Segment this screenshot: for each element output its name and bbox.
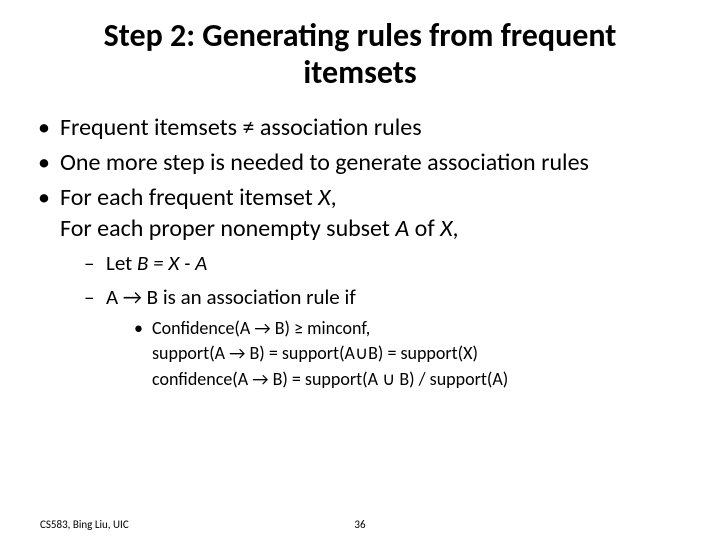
- subsub-text: support(A → B) = support(A∪B) = support(…: [152, 342, 478, 364]
- italic-var: X: [440, 214, 452, 243]
- bullet-list-level1: Frequent itemsets ≠ association rules On…: [28, 112, 692, 392]
- bullet-text: of: [409, 214, 440, 243]
- footer-page-number: 36: [354, 518, 365, 531]
- slide-title: Step 2: Generating rules from frequent i…: [68, 18, 652, 92]
- bullet-text: ,: [453, 214, 459, 243]
- sub-text: A → B is an association rule if: [106, 284, 356, 310]
- bullet-continuation: For each proper nonempty subset A of X,: [60, 213, 692, 244]
- sub-text: Let: [106, 250, 137, 276]
- bullet-list-level2: Let B = X - A A → B is an association ru…: [60, 250, 692, 391]
- subsub-text: Confidence(A → B) ≥ minconf,: [152, 317, 370, 339]
- bullet-item: For each frequent itemset X, For each pr…: [34, 182, 692, 391]
- italic-expr: B = X - A: [137, 250, 207, 276]
- subsub-text: confidence(A → B) = support(A ∪ B) / sup…: [152, 368, 508, 390]
- slide: Step 2: Generating rules from frequent i…: [0, 0, 720, 540]
- subsub-item: Confidence(A → B) ≥ minconf,: [134, 317, 692, 340]
- sub-item: A → B is an association rule if Confiden…: [84, 284, 692, 391]
- bullet-list-level3: Confidence(A → B) ≥ minconf, support(A →…: [106, 317, 692, 391]
- bullet-text: ,: [331, 183, 337, 212]
- bullet-text: For each proper nonempty subset: [60, 214, 395, 243]
- bullet-text: Frequent itemsets ≠ association rules: [60, 113, 422, 142]
- italic-var: A: [395, 214, 409, 243]
- sub-item: Let B = X - A: [84, 250, 692, 277]
- bullet-text: One more step is needed to generate asso…: [60, 148, 589, 177]
- subsub-item: confidence(A → B) = support(A ∪ B) / sup…: [134, 368, 692, 391]
- footer-left: CS583, Bing Liu, UIC: [40, 518, 129, 531]
- bullet-item: Frequent itemsets ≠ association rules: [34, 112, 692, 143]
- bullet-text: For each frequent itemset: [60, 183, 318, 212]
- bullet-item: One more step is needed to generate asso…: [34, 147, 692, 178]
- subsub-item: support(A → B) = support(A∪B) = support(…: [134, 342, 692, 365]
- italic-var: X: [318, 183, 330, 212]
